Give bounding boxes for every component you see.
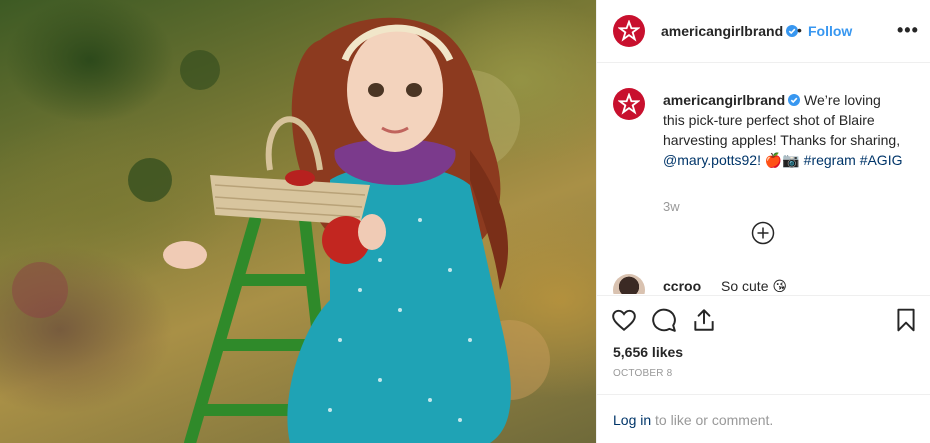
author-username[interactable]: americangirlbrand bbox=[661, 23, 799, 39]
caption-author-avatar[interactable] bbox=[613, 88, 645, 120]
star-logo-icon bbox=[618, 20, 640, 42]
post-actions: 5,656 likes OCTOBER 8 Log in to like or … bbox=[597, 295, 930, 443]
comment-text: So cute 😘 bbox=[721, 278, 787, 294]
post-date: OCTOBER 8 bbox=[613, 368, 673, 379]
hashtag-regram[interactable]: #regram bbox=[804, 152, 856, 168]
login-prompt-text: to like or comment. bbox=[651, 412, 774, 428]
post-caption: americangirlbrand We’re loving this pick… bbox=[663, 90, 903, 170]
author-avatar[interactable] bbox=[613, 15, 645, 47]
like-heart-icon[interactable] bbox=[611, 307, 637, 333]
post-header: americangirlbrand • Follow ••• bbox=[597, 0, 930, 63]
post-image[interactable] bbox=[0, 0, 596, 443]
doll-illustration bbox=[12, 17, 550, 443]
bookmark-icon[interactable] bbox=[893, 307, 919, 333]
login-link[interactable]: Log in bbox=[613, 412, 651, 428]
follow-button[interactable]: Follow bbox=[808, 23, 852, 39]
separator-dot: • bbox=[797, 22, 802, 38]
login-bar: Log in to like or comment. bbox=[597, 394, 930, 443]
share-upload-icon[interactable] bbox=[691, 307, 717, 333]
commenter-username[interactable]: ccroo bbox=[663, 278, 701, 294]
post-panel: americangirlbrand • Follow ••• americang… bbox=[596, 0, 930, 443]
login-prompt: Log in to like or comment. bbox=[613, 412, 773, 428]
comments-section: americangirlbrand We’re loving this pick… bbox=[597, 64, 930, 294]
author-username-text[interactable]: americangirlbrand bbox=[661, 23, 783, 39]
comment-bubble-icon[interactable] bbox=[651, 307, 677, 333]
like-count[interactable]: 5,656 likes bbox=[613, 344, 683, 360]
star-logo-icon bbox=[618, 93, 640, 115]
mention-link[interactable]: @mary.potts92! bbox=[663, 152, 761, 168]
caption-username[interactable]: americangirlbrand bbox=[663, 92, 785, 108]
caption-timestamp: 3w bbox=[663, 199, 680, 214]
hashtag-agig[interactable]: #AGIG bbox=[860, 152, 903, 168]
load-more-comments-icon[interactable] bbox=[751, 221, 775, 245]
verified-badge-icon bbox=[788, 94, 801, 106]
caption-emoji: 🍎📷 bbox=[764, 152, 800, 168]
commenter-avatar[interactable] bbox=[613, 274, 645, 294]
more-options-icon[interactable]: ••• bbox=[897, 20, 919, 41]
